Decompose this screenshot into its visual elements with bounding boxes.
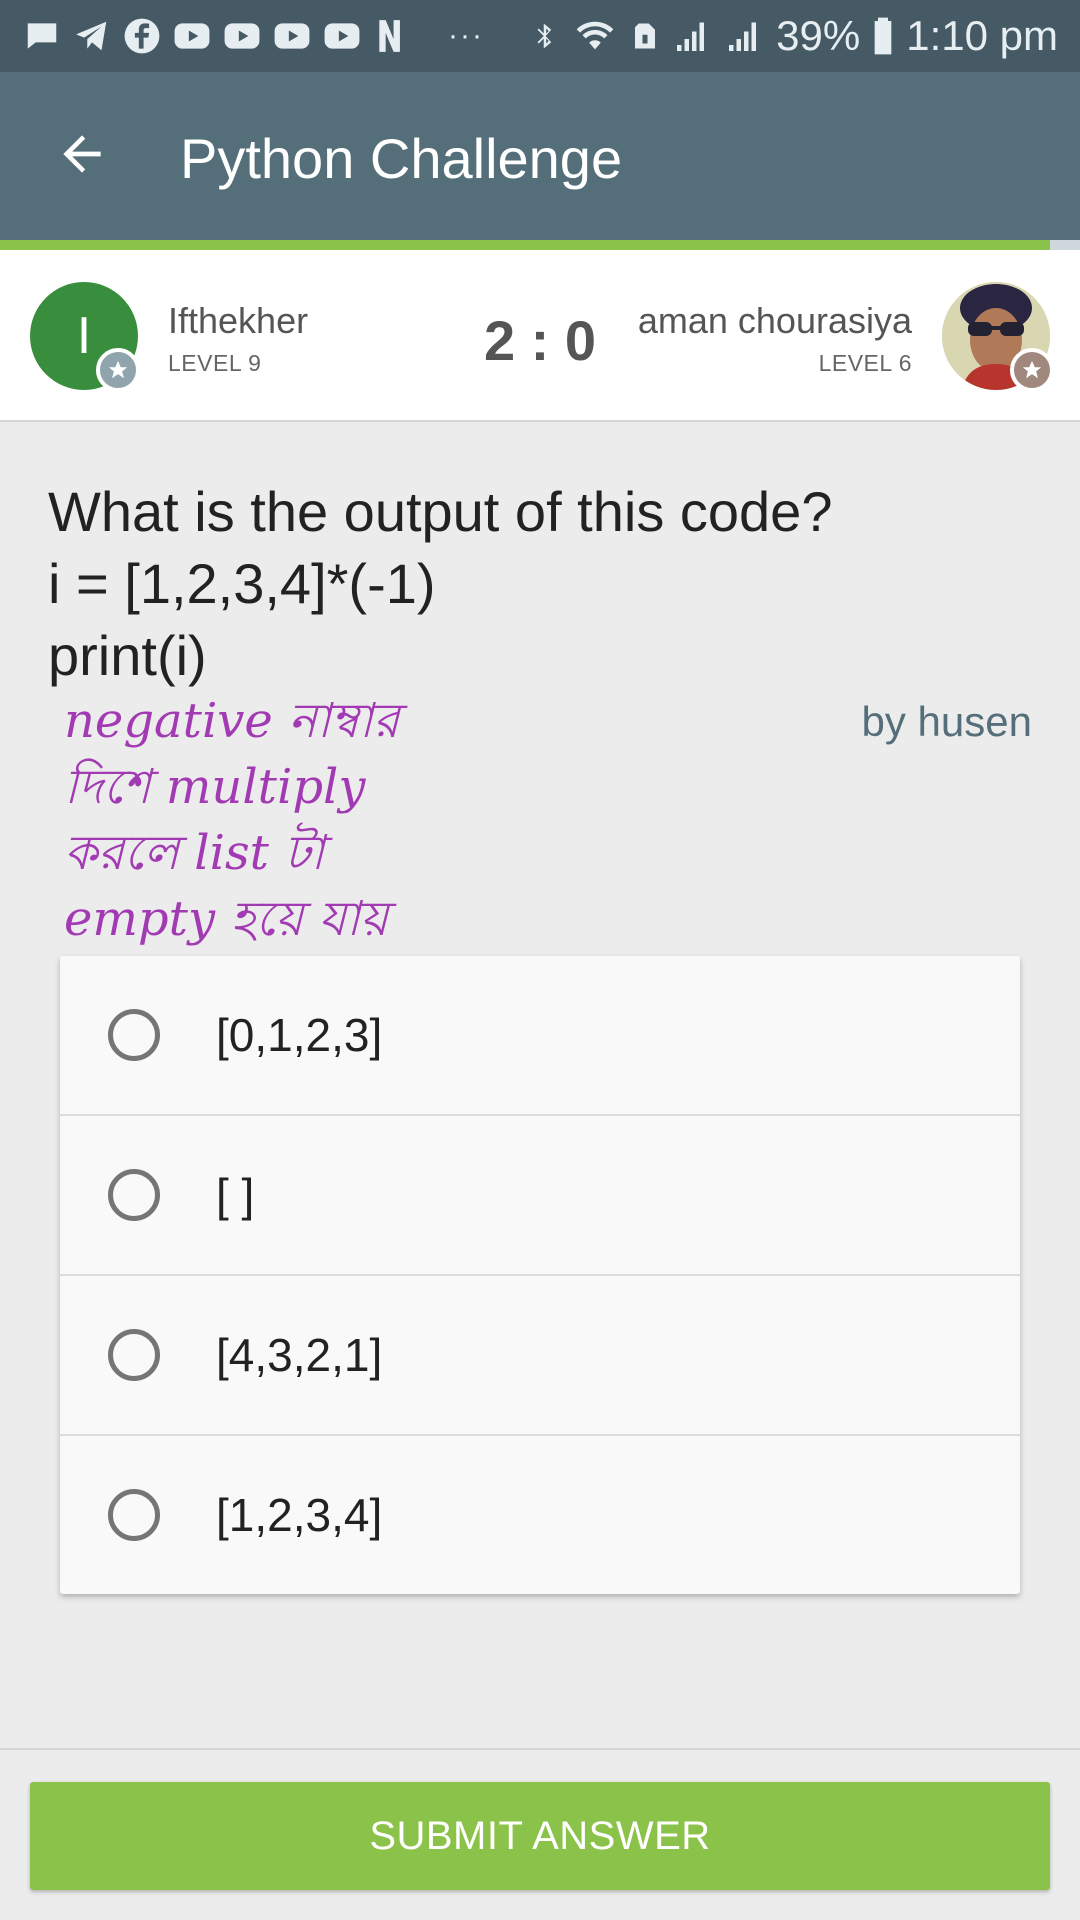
- message-icon: [22, 16, 62, 56]
- question-line: print(i): [48, 624, 207, 687]
- answer-option-label: [0,1,2,3]: [216, 1009, 383, 1061]
- radio-button[interactable]: [108, 1169, 160, 1221]
- answer-option[interactable]: [0,1,2,3]: [60, 956, 1020, 1116]
- players-header: I Ifthekher LEVEL 9 2 : 0 aman chourasiy…: [0, 250, 1080, 422]
- facebook-icon: [122, 16, 162, 56]
- telegram-icon: [72, 16, 112, 56]
- battery-percent: 39%: [776, 12, 861, 59]
- battery-icon: [874, 17, 892, 55]
- page-title: Python Challenge: [180, 127, 623, 190]
- bluetooth-icon: [537, 23, 552, 49]
- signal-icon: [729, 22, 757, 51]
- player-right-level-badge: [1010, 348, 1054, 392]
- answer-options: [0,1,2,3] [ ] [4,3,2,1] [1,2,3,4]: [60, 956, 1020, 1594]
- annotation-line: দিশে multiply: [64, 759, 366, 815]
- system-icons: 39% 1:10 pm: [530, 0, 1058, 72]
- answer-option-label: [ ]: [216, 1169, 255, 1221]
- radio-button[interactable]: [108, 1009, 160, 1061]
- question-author[interactable]: by husen: [862, 698, 1032, 746]
- back-button[interactable]: [40, 112, 124, 196]
- youtube-icon: [172, 16, 212, 56]
- answer-option-label: [1,2,3,4]: [216, 1489, 383, 1541]
- radio-button[interactable]: [108, 1489, 160, 1541]
- player-right-name[interactable]: aman chourasiya: [638, 300, 912, 342]
- app-bar: Python Challenge: [0, 72, 1080, 240]
- youtube-icon: [222, 16, 262, 56]
- status-bar: ··· 39% 1:10 pm: [0, 0, 1080, 72]
- question-line: What is the output of this code?: [48, 480, 833, 543]
- answer-option-label: [4,3,2,1]: [216, 1329, 383, 1381]
- footer-divider: [0, 1748, 1080, 1750]
- sim-card-icon: [635, 23, 656, 49]
- star-icon: [1022, 360, 1042, 379]
- player-right-level: LEVEL 6: [818, 350, 912, 376]
- answer-option[interactable]: [1,2,3,4]: [60, 1436, 1020, 1594]
- progress-strip: [0, 240, 1050, 250]
- submit-answer-button[interactable]: SUBMIT ANSWER: [30, 1782, 1050, 1890]
- netflix-icon: [372, 16, 412, 56]
- answer-option[interactable]: [ ]: [60, 1116, 1020, 1276]
- arrow-back-icon: [63, 135, 101, 173]
- question-line: i = [1,2,3,4]*(-1): [48, 552, 436, 615]
- more-notifications-icon: ···: [448, 19, 484, 52]
- answer-option[interactable]: [4,3,2,1]: [60, 1276, 1020, 1436]
- annotation-line: negative নাম্বার: [64, 693, 400, 749]
- youtube-icon: [272, 16, 312, 56]
- signal-icon: [677, 22, 705, 51]
- progress-strip-remainder: [1050, 240, 1080, 250]
- annotation-line: empty হয়ে যায়: [64, 891, 389, 947]
- annotation-line: করলে list টা: [64, 825, 325, 881]
- radio-button[interactable]: [108, 1329, 160, 1381]
- question-text: What is the output of this code? i = [1,…: [48, 476, 1028, 692]
- score: 2 : 0: [483, 309, 597, 372]
- clock: 1:10 pm: [906, 12, 1058, 59]
- handwritten-annotation: negative নাম্বার দিশে multiply করলে list…: [64, 688, 399, 952]
- notification-icons: ···: [0, 16, 484, 56]
- wifi-icon: [576, 21, 614, 50]
- youtube-icon: [322, 16, 362, 56]
